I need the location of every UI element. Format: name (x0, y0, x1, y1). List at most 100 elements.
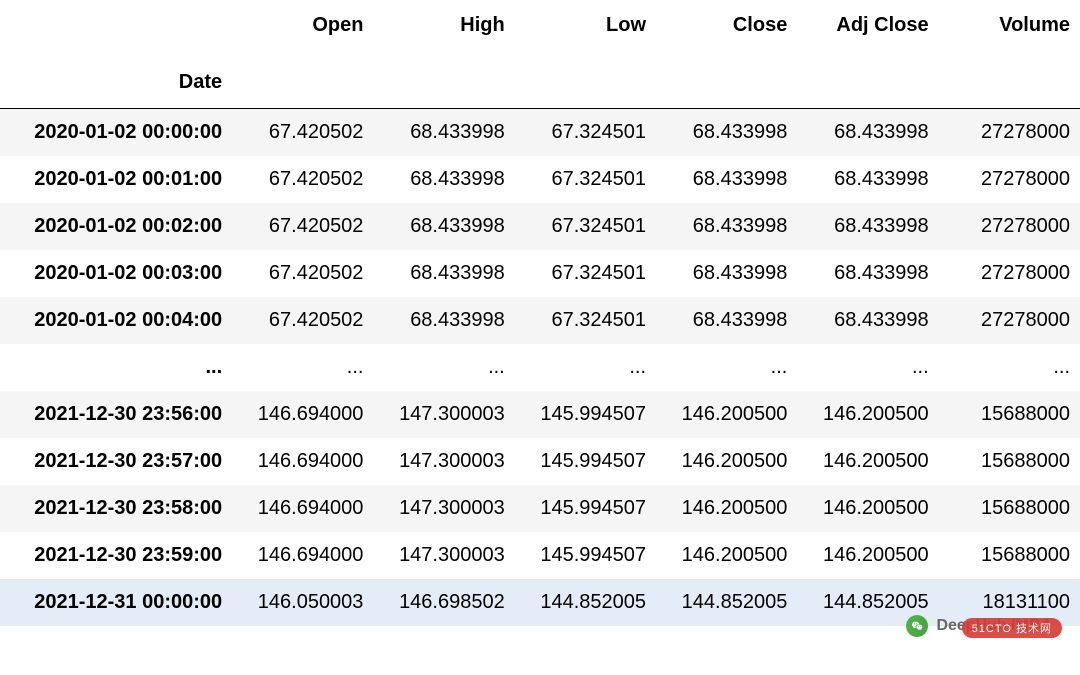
row-index: 2021-12-30 23:56:00 (0, 391, 232, 438)
cell: 67.324501 (515, 109, 656, 157)
table-row: 2021-12-31 00:00:00146.050003146.6985021… (0, 579, 1080, 626)
cell: 67.324501 (515, 203, 656, 250)
cell: 68.433998 (797, 250, 938, 297)
cell: 146.200500 (656, 438, 797, 485)
table-row: 2021-12-30 23:56:00146.694000147.3000031… (0, 391, 1080, 438)
cell: 67.420502 (232, 156, 373, 203)
cell: 146.200500 (656, 485, 797, 532)
col-header-high: High (373, 0, 514, 43)
row-index: 2020-01-02 00:00:00 (0, 109, 232, 157)
col-header-open: Open (232, 0, 373, 43)
cell: 68.433998 (373, 297, 514, 344)
cell: 144.852005 (797, 579, 938, 626)
cell: 146.694000 (232, 438, 373, 485)
cell: 67.420502 (232, 250, 373, 297)
cell: 67.324501 (515, 156, 656, 203)
cell: 15688000 (939, 438, 1080, 485)
cell: 68.433998 (797, 156, 938, 203)
cell: 67.420502 (232, 203, 373, 250)
cell: 146.694000 (232, 532, 373, 579)
cell: 15688000 (939, 391, 1080, 438)
row-index: 2021-12-30 23:57:00 (0, 438, 232, 485)
cell: 68.433998 (656, 156, 797, 203)
row-index: 2021-12-31 00:00:00 (0, 579, 232, 626)
table-row: 2020-01-02 00:02:0067.42050268.43399867.… (0, 203, 1080, 250)
table-row: 2020-01-02 00:00:0067.42050268.43399867.… (0, 109, 1080, 157)
index-name: Date (0, 43, 232, 109)
cell: 144.852005 (515, 579, 656, 626)
row-index: 2021-12-30 23:58:00 (0, 485, 232, 532)
row-index: 2020-01-02 00:01:00 (0, 156, 232, 203)
row-index: 2020-01-02 00:03:00 (0, 250, 232, 297)
cell: 68.433998 (373, 250, 514, 297)
col-header-close: Close (656, 0, 797, 43)
cell: 146.200500 (797, 438, 938, 485)
cell: 147.300003 (373, 391, 514, 438)
col-header-volume: Volume (939, 0, 1080, 43)
cell: 147.300003 (373, 485, 514, 532)
cell: 67.324501 (515, 250, 656, 297)
cell: 145.994507 (515, 532, 656, 579)
cell: 146.694000 (232, 391, 373, 438)
cell: 27278000 (939, 250, 1080, 297)
cell: 146.200500 (797, 532, 938, 579)
cell: 146.200500 (656, 391, 797, 438)
cell: 68.433998 (656, 203, 797, 250)
cell: 146.050003 (232, 579, 373, 626)
cell: 18131100 (939, 579, 1080, 626)
cell: 67.420502 (232, 297, 373, 344)
cell: 27278000 (939, 297, 1080, 344)
row-index: 2020-01-02 00:04:00 (0, 297, 232, 344)
cell: 147.300003 (373, 532, 514, 579)
cell: 15688000 (939, 485, 1080, 532)
row-index: 2021-12-30 23:59:00 (0, 532, 232, 579)
cell: 67.420502 (232, 109, 373, 157)
cell: 68.433998 (656, 109, 797, 157)
cell: ... (373, 344, 514, 391)
cell: 145.994507 (515, 391, 656, 438)
cell: ... (797, 344, 938, 391)
cell: 147.300003 (373, 438, 514, 485)
cell: 68.433998 (797, 203, 938, 250)
cell: 145.994507 (515, 438, 656, 485)
cell: 146.200500 (797, 485, 938, 532)
cell: 68.433998 (373, 109, 514, 157)
cell: 146.200500 (656, 532, 797, 579)
cell: ... (939, 344, 1080, 391)
cell: 15688000 (939, 532, 1080, 579)
cell: 68.433998 (797, 297, 938, 344)
table-body: 2020-01-02 00:00:0067.42050268.43399867.… (0, 109, 1080, 627)
table-header: Open High Low Close Adj Close Volume Dat… (0, 0, 1080, 109)
cell: 146.698502 (373, 579, 514, 626)
cell: 27278000 (939, 203, 1080, 250)
cell: ... (656, 344, 797, 391)
col-header-low: Low (515, 0, 656, 43)
table-row: 2020-01-02 00:01:0067.42050268.43399867.… (0, 156, 1080, 203)
blank-corner (0, 0, 232, 43)
table-row: 2021-12-30 23:58:00146.694000147.3000031… (0, 485, 1080, 532)
cell: 68.433998 (656, 297, 797, 344)
row-index: 2020-01-02 00:02:00 (0, 203, 232, 250)
cell: 27278000 (939, 156, 1080, 203)
table-row: 2020-01-02 00:03:0067.42050268.43399867.… (0, 250, 1080, 297)
table-row: 2020-01-02 00:04:0067.42050268.43399867.… (0, 297, 1080, 344)
row-index: ... (0, 344, 232, 391)
cell: 146.200500 (797, 391, 938, 438)
cell: 146.694000 (232, 485, 373, 532)
table-row: 2021-12-30 23:59:00146.694000147.3000031… (0, 532, 1080, 579)
col-header-adjclose: Adj Close (797, 0, 938, 43)
table-row: 2021-12-30 23:57:00146.694000147.3000031… (0, 438, 1080, 485)
index-name-row: Date (0, 43, 1080, 109)
ellipsis-row: ..................... (0, 344, 1080, 391)
cell: 145.994507 (515, 485, 656, 532)
cell: ... (515, 344, 656, 391)
cell: 144.852005 (656, 579, 797, 626)
cell: 68.433998 (797, 109, 938, 157)
cell: 67.324501 (515, 297, 656, 344)
cell: 27278000 (939, 109, 1080, 157)
cell: 68.433998 (373, 203, 514, 250)
cell: 68.433998 (656, 250, 797, 297)
cell: 68.433998 (373, 156, 514, 203)
cell: ... (232, 344, 373, 391)
column-header-row: Open High Low Close Adj Close Volume (0, 0, 1080, 43)
